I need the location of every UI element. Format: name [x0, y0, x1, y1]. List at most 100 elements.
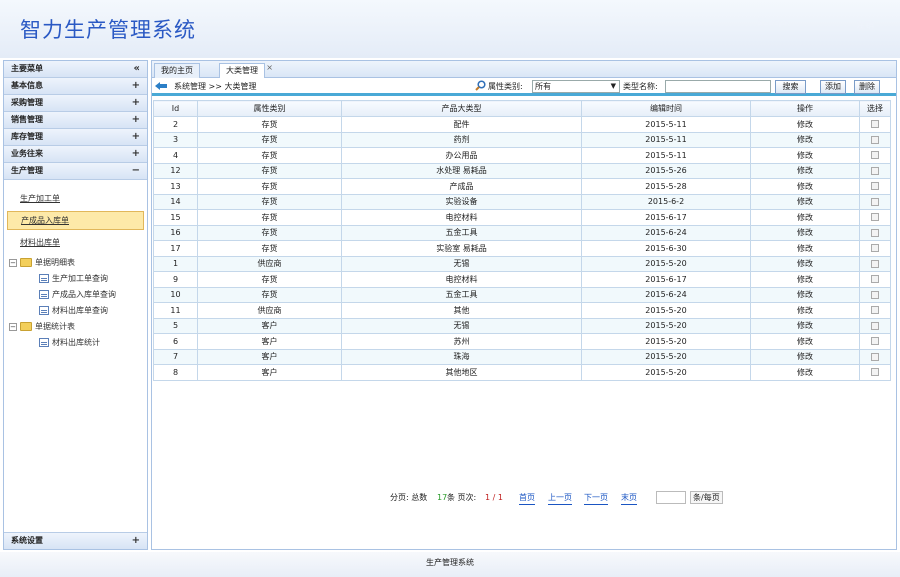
- table-icon: [39, 274, 49, 283]
- sidebar-section-basic-info[interactable]: 基本信息 +: [4, 78, 147, 95]
- prev-page-link[interactable]: 上一页: [548, 492, 572, 505]
- row-select-checkbox[interactable]: [871, 120, 879, 129]
- delete-button[interactable]: 删除: [854, 80, 880, 94]
- edit-link[interactable]: 修改: [750, 178, 860, 195]
- cell-attribute: 存货: [197, 240, 342, 257]
- row-select-checkbox[interactable]: [871, 135, 879, 144]
- next-page-link[interactable]: 下一页: [584, 492, 608, 505]
- row-select-checkbox[interactable]: [871, 290, 879, 299]
- row-select-checkbox[interactable]: [871, 166, 879, 175]
- cell-id: 7: [153, 348, 198, 365]
- tab-category-management[interactable]: 大类管理 ×: [219, 63, 273, 79]
- row-select-checkbox[interactable]: [871, 244, 879, 253]
- sidebar-item-material-issue[interactable]: 材料出库单: [7, 234, 144, 251]
- tree-item-finished-goods-query[interactable]: 产成品入库单查询: [9, 287, 147, 303]
- tree-node-detail-reports[interactable]: − 单据明细表: [9, 255, 147, 271]
- collapse-icon[interactable]: «: [134, 61, 140, 77]
- cell-id: 6: [153, 333, 198, 350]
- row-select-checkbox[interactable]: [871, 306, 879, 315]
- edit-link[interactable]: 修改: [750, 147, 860, 164]
- expand-icon[interactable]: +: [132, 146, 140, 162]
- edit-link[interactable]: 修改: [750, 302, 860, 319]
- row-select-checkbox[interactable]: [871, 213, 879, 222]
- select-cell: [859, 178, 891, 195]
- collapse-icon[interactable]: −: [132, 163, 140, 179]
- last-page-link[interactable]: 末页: [621, 492, 637, 505]
- expand-icon[interactable]: +: [132, 95, 140, 111]
- tab-label: 我的主页: [161, 66, 193, 75]
- table-row: 1 供应商 无锡 2015-5-20 修改: [153, 255, 891, 272]
- type-name-input[interactable]: [665, 80, 771, 93]
- edit-link[interactable]: 修改: [750, 348, 860, 365]
- sidebar-item-production-order[interactable]: 生产加工单: [7, 190, 144, 207]
- expand-icon[interactable]: +: [132, 78, 140, 94]
- row-select-checkbox[interactable]: [871, 337, 879, 346]
- select-cell: [859, 333, 891, 350]
- row-select-checkbox[interactable]: [871, 182, 879, 191]
- chevron-down-icon: ▼: [610, 82, 616, 90]
- type-filter-select[interactable]: 所有 ▼: [532, 80, 620, 93]
- cell-category: 办公用品: [341, 147, 582, 164]
- row-select-checkbox[interactable]: [871, 368, 879, 377]
- column-header-attribute[interactable]: 属性类别: [197, 100, 342, 117]
- logout-link[interactable]: 注销: [856, 18, 874, 31]
- expand-icon[interactable]: +: [132, 112, 140, 128]
- column-header-id[interactable]: Id: [153, 100, 198, 117]
- sidebar-section-inventory[interactable]: 库存管理 +: [4, 129, 147, 146]
- cell-attribute: 供应商: [197, 302, 342, 319]
- tab-home[interactable]: 我的主页: [154, 63, 200, 78]
- row-select-checkbox[interactable]: [871, 275, 879, 284]
- edit-link[interactable]: 修改: [750, 255, 860, 272]
- edit-link[interactable]: 修改: [750, 224, 860, 241]
- row-select-checkbox[interactable]: [871, 197, 879, 206]
- row-select-checkbox[interactable]: [871, 352, 879, 361]
- select-cell: [859, 224, 891, 241]
- edit-link[interactable]: 修改: [750, 240, 860, 257]
- column-header-edit-time[interactable]: 编辑时间: [581, 100, 751, 117]
- tree-item-material-issue-stats[interactable]: 材料出库统计: [9, 335, 147, 351]
- tree-item-label: 产成品入库单查询: [52, 290, 116, 299]
- type-name-label: 类型名称:: [623, 82, 658, 91]
- search-button[interactable]: 搜索: [775, 80, 806, 94]
- expand-icon[interactable]: +: [132, 533, 140, 549]
- sidebar-section-production[interactable]: 生产管理 −: [4, 163, 147, 180]
- edit-link[interactable]: 修改: [750, 286, 860, 303]
- sidebar-section-business[interactable]: 业务往来 +: [4, 146, 147, 163]
- cell-id: 10: [153, 286, 198, 303]
- edit-link[interactable]: 修改: [750, 131, 860, 148]
- cell-id: 4: [153, 147, 198, 164]
- edit-link[interactable]: 修改: [750, 116, 860, 133]
- edit-link[interactable]: 修改: [750, 317, 860, 334]
- edit-link[interactable]: 修改: [750, 333, 860, 350]
- row-select-checkbox[interactable]: [871, 151, 879, 160]
- row-select-checkbox[interactable]: [871, 259, 879, 268]
- tree-node-stat-reports[interactable]: − 单据统计表: [9, 319, 147, 335]
- edit-link[interactable]: 修改: [750, 271, 860, 288]
- cell-attribute: 客户: [197, 317, 342, 334]
- row-select-checkbox[interactable]: [871, 228, 879, 237]
- tree-toggle-icon[interactable]: −: [9, 322, 17, 331]
- cell-category: 苏州: [341, 333, 582, 350]
- column-header-category[interactable]: 产品大类型: [341, 100, 582, 117]
- page-size-input[interactable]: [656, 491, 686, 504]
- edit-link[interactable]: 修改: [750, 162, 860, 179]
- row-select-checkbox[interactable]: [871, 321, 879, 330]
- tree-item-production-order-query[interactable]: 生产加工单查询: [9, 271, 147, 287]
- sidebar-section-sales[interactable]: 销售管理 +: [4, 112, 147, 129]
- tree-toggle-icon[interactable]: −: [9, 258, 17, 267]
- page-size-button[interactable]: 条/每页: [690, 491, 723, 504]
- expand-icon[interactable]: +: [132, 129, 140, 145]
- table-row: 15 存货 电控材料 2015-6-17 修改: [153, 209, 891, 226]
- close-icon[interactable]: ×: [266, 61, 273, 75]
- sidebar-item-finished-goods-entry[interactable]: 产成品入库单: [7, 211, 144, 230]
- sidebar-section-settings[interactable]: 系统设置 +: [4, 532, 147, 549]
- cell-edit-time: 2015-5-11: [581, 131, 751, 148]
- edit-link[interactable]: 修改: [750, 209, 860, 226]
- add-button[interactable]: 添加: [820, 80, 846, 94]
- tree-item-material-issue-query[interactable]: 材料出库单查询: [9, 303, 147, 319]
- edit-link[interactable]: 修改: [750, 193, 860, 210]
- edit-link[interactable]: 修改: [750, 364, 860, 381]
- first-page-link[interactable]: 首页: [519, 492, 535, 505]
- sidebar-section-main-menu[interactable]: 主要菜单 «: [4, 61, 147, 78]
- sidebar-section-purchase[interactable]: 采购管理 +: [4, 95, 147, 112]
